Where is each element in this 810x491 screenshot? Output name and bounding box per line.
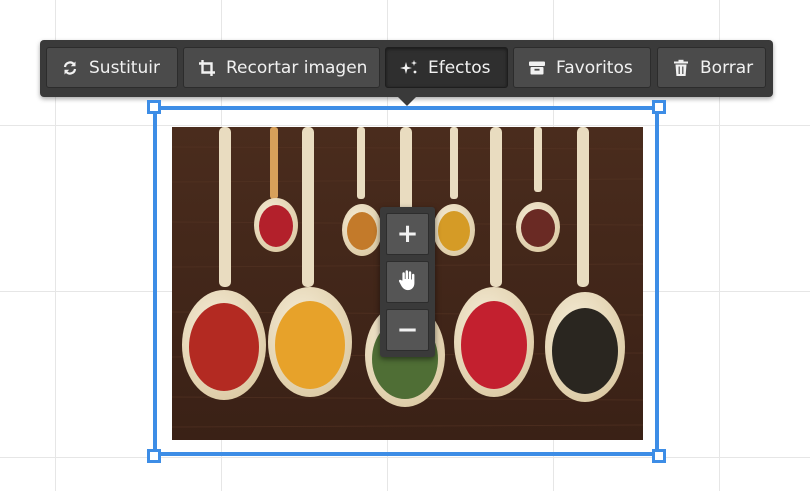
effects-label: Efectos [428,57,491,78]
delete-label: Borrar [700,57,754,78]
resize-handle-bottom-left[interactable] [147,449,161,463]
effects-button[interactable]: Efectos [385,47,508,88]
replace-label: Sustituir [89,57,160,78]
crop-label: Recortar imagen [226,57,368,78]
favorites-label: Favoritos [556,57,633,78]
resize-handle-bottom-right[interactable] [652,449,666,463]
plus-icon: + [396,219,419,249]
grid-line [0,457,810,458]
resize-handle-top-left[interactable] [147,100,161,114]
resize-handle-top-right[interactable] [652,100,666,114]
sparkle-icon [400,59,418,77]
minus-icon: − [396,315,419,345]
refresh-icon [61,59,79,77]
trash-icon [672,59,690,77]
crop-button[interactable]: Recortar imagen [183,47,380,88]
archive-icon [528,59,546,77]
hand-pan-icon [397,268,419,296]
replace-button[interactable]: Sustituir [46,47,178,88]
image-toolbar: Sustituir Recortar imagen Efectos Favori… [40,40,773,106]
crop-icon [198,59,216,77]
zoom-out-button[interactable]: − [386,309,429,351]
pan-button[interactable] [386,261,429,303]
zoom-in-button[interactable]: + [386,213,429,255]
zoom-controls: + − [380,207,435,357]
favorites-button[interactable]: Favoritos [513,47,651,88]
delete-button[interactable]: Borrar [657,47,766,88]
